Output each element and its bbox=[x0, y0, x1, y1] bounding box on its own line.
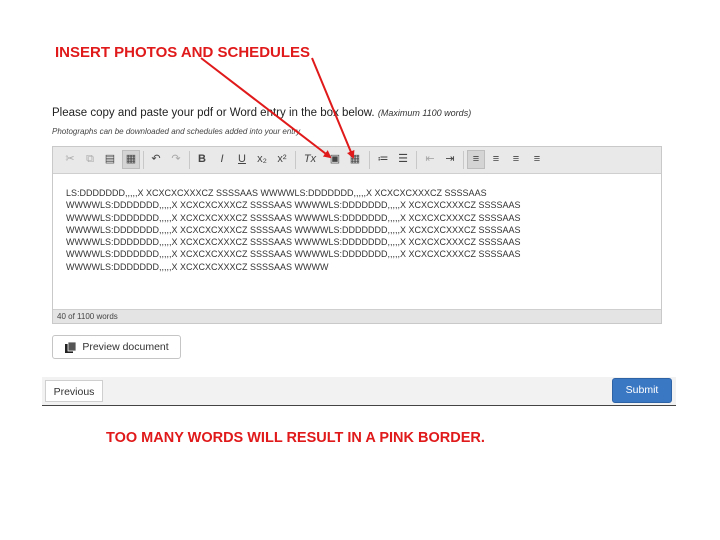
content-line: WWWWLS:DDDDDDD,,,,,X XCXCXCXXXCZ SSSSAAS… bbox=[66, 237, 521, 248]
sub-instruction: Photographs can be downloaded and schedu… bbox=[52, 127, 301, 136]
bulleted-list-icon[interactable]: ☰ bbox=[395, 151, 411, 168]
toolbar-separator bbox=[189, 151, 190, 169]
editor-toolbar: ✂ ⧉ ▤ ▦ ↶ ↷ B I U x₂ x² Tx ▣ ▦ ≔ ☰ ⇤ ⇥ ≡… bbox=[53, 147, 661, 174]
italic-icon[interactable]: I bbox=[214, 151, 230, 168]
align-left-icon[interactable]: ≡ bbox=[467, 150, 485, 169]
toolbar-separator bbox=[143, 151, 144, 169]
redo-icon[interactable]: ↷ bbox=[168, 151, 184, 168]
insert-image-icon[interactable]: ▣ bbox=[327, 151, 343, 168]
copy-icon[interactable]: ⧉ bbox=[82, 151, 98, 168]
annotation-note: TOO MANY WORDS WILL RESULT IN A PINK BOR… bbox=[106, 430, 485, 446]
remove-format-icon[interactable]: Tx bbox=[302, 151, 318, 168]
rich-text-editor[interactable]: ✂ ⧉ ▤ ▦ ↶ ↷ B I U x₂ x² Tx ▣ ▦ ≔ ☰ ⇤ ⇥ ≡… bbox=[52, 146, 662, 324]
subscript-icon[interactable]: x₂ bbox=[254, 151, 270, 168]
content-line: WWWWLS:DDDDDDD,,,,,X XCXCXCXXXCZ SSSSAAS… bbox=[66, 200, 521, 211]
preview-label: Preview document bbox=[82, 341, 169, 353]
toolbar-separator bbox=[463, 151, 464, 169]
word-limit-note: (Maximum 1100 words) bbox=[377, 108, 472, 118]
align-center-icon[interactable]: ≡ bbox=[488, 151, 504, 168]
content-line: LS:DDDDDDD,,,,,X XCXCXCXXXCZ SSSSAAS WWW… bbox=[66, 188, 487, 198]
word-count: 40 of 1100 words bbox=[53, 309, 661, 323]
decrease-indent-icon[interactable]: ⇤ bbox=[422, 151, 438, 168]
content-line: WWWWLS:DDDDDDD,,,,,X XCXCXCXXXCZ SSSSAAS… bbox=[66, 224, 521, 235]
content-line: WWWWLS:DDDDDDD,,,,,X XCXCXCXXXCZ SSSSAAS… bbox=[66, 261, 329, 272]
document-icon bbox=[65, 341, 77, 353]
bold-icon[interactable]: B bbox=[194, 151, 210, 168]
increase-indent-icon[interactable]: ⇥ bbox=[442, 151, 458, 168]
superscript-icon[interactable]: x² bbox=[274, 151, 290, 168]
preview-document-button[interactable]: Preview document bbox=[52, 335, 181, 359]
justify-icon[interactable]: ≡ bbox=[529, 151, 545, 168]
undo-icon[interactable]: ↶ bbox=[148, 151, 164, 168]
content-line: WWWWLS:DDDDDDD,,,,,X XCXCXCXXXCZ SSSSAAS… bbox=[66, 249, 521, 260]
paste-icon[interactable]: ▤ bbox=[102, 151, 118, 168]
content-line: WWWWLS:DDDDDDD,,,,,X XCXCXCXXXCZ SSSSAAS… bbox=[66, 212, 521, 223]
submit-button[interactable]: Submit bbox=[612, 378, 672, 403]
instruction-text: Please copy and paste your pdf or Word e… bbox=[52, 107, 471, 119]
toolbar-separator bbox=[416, 151, 417, 169]
annotation-title: INSERT PHOTOS AND SCHEDULES bbox=[55, 44, 311, 61]
previous-button[interactable]: Previous bbox=[45, 380, 103, 402]
toolbar-separator bbox=[295, 151, 296, 169]
instruction-main: Please copy and paste your pdf or Word e… bbox=[52, 107, 375, 119]
numbered-list-icon[interactable]: ≔ bbox=[375, 151, 391, 168]
paste-text-icon[interactable]: ▦ bbox=[122, 150, 140, 169]
editor-content[interactable]: LS:DDDDDDD,,,,,X XCXCXCXXXCZ SSSSAAS WWW… bbox=[66, 187, 521, 273]
cut-icon[interactable]: ✂ bbox=[62, 151, 78, 168]
underline-icon[interactable]: U bbox=[234, 151, 250, 168]
align-right-icon[interactable]: ≡ bbox=[508, 151, 524, 168]
form-footer: Previous Submit bbox=[42, 377, 676, 406]
toolbar-separator bbox=[369, 151, 370, 169]
insert-table-icon[interactable]: ▦ bbox=[347, 151, 363, 168]
